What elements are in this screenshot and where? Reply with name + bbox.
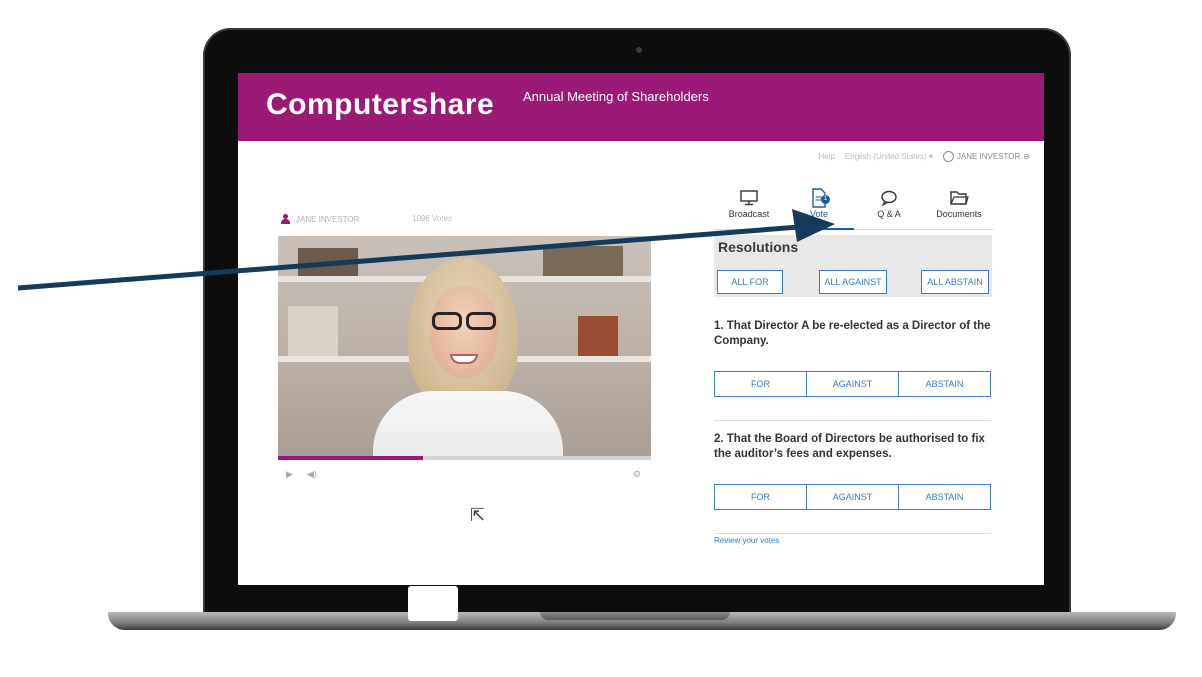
against-button[interactable]: AGAINST [807,372,899,396]
presenter-shirt [373,391,563,460]
laptop-screen: Computershare Annual Meeting of Sharehol… [238,73,1044,585]
tab-label: Vote [809,209,829,219]
video-progress-fill [278,456,424,460]
resolution-1-text: 1. That Director A be re-elected as a Di… [714,320,991,347]
user-menu[interactable]: JANE INVESTOR ⊖ [942,151,1030,162]
books [543,246,623,276]
abstain-button[interactable]: ABSTAIN [899,372,990,396]
meeting-title: Annual Meeting of Shareholders [523,89,709,104]
abstain-button[interactable]: ABSTAIN [899,485,990,509]
language-select[interactable]: English (United States) ▾ [845,152,933,161]
help-link[interactable]: Help [818,152,834,161]
mouse-cursor-icon: ⇱ [470,505,486,525]
resolutions-title: Resolutions [718,239,799,255]
divider [714,533,991,534]
resolution-2-text: 2. That the Board of Directors be author… [714,433,985,460]
divider [714,420,991,421]
volume-icon[interactable]: ◀) [307,469,317,480]
glasses [426,312,502,332]
all-against-button[interactable]: ALL AGAINST [819,270,887,294]
tab-label: Q & A [877,209,901,219]
user-circle-icon [942,151,954,162]
video-controls: ▶ ◀) ⚙ [286,469,641,480]
webcam [636,47,642,53]
plant-pot [578,316,618,356]
for-button[interactable]: FOR [715,485,807,509]
logout-icon[interactable]: ⊖ [1023,152,1030,161]
resolutions-header: Resolutions ALL FOR ALL AGAINST ALL ABST… [714,235,992,297]
laptop-notch [540,612,730,620]
person-icon [281,214,290,224]
folder-icon [924,187,994,209]
against-button[interactable]: AGAINST [807,485,899,509]
presenter-info: JANE INVESTOR [281,214,359,224]
books [288,306,338,356]
resolution-2-votes: FOR AGAINST ABSTAIN [714,484,991,510]
review-votes-link[interactable]: Review your votes [714,536,779,545]
settings-icon[interactable]: ⚙ [633,469,641,480]
chat-bubble-icon [854,187,924,209]
user-name: JANE INVESTOR [956,152,1021,161]
all-abstain-button[interactable]: ALL ABSTAIN [921,270,989,294]
document-icon [784,187,854,209]
tab-documents[interactable]: Documents [924,183,994,229]
presenter-name: JANE INVESTOR [296,214,360,224]
computershare-logo: Computershare [266,88,495,121]
monitor-icon [714,187,784,209]
resolution-1-votes: FOR AGAINST ABSTAIN [714,371,991,397]
votes-count: 1096 Votes [412,214,453,223]
app-header: Computershare Annual Meeting of Sharehol… [238,73,1044,141]
tab-vote[interactable]: 1 Vote [784,183,854,230]
play-icon[interactable]: ▶ [286,469,293,480]
broadcast-video[interactable] [278,236,651,460]
white-tab [408,586,458,621]
tab-label: Documents [936,209,982,219]
panel-tabs: Broadcast 1 Vote Q & A Documents [714,183,994,230]
all-for-button[interactable]: ALL FOR [717,270,783,294]
for-button[interactable]: FOR [715,372,807,396]
tab-label: Broadcast [728,209,770,219]
presenter-face [430,286,498,378]
tab-broadcast[interactable]: Broadcast [714,183,784,229]
books [298,248,358,276]
video-progress[interactable] [278,456,651,460]
tab-qa[interactable]: Q & A [854,183,924,229]
utility-bar: Help English (United States) ▾ JANE INVE… [818,151,1030,162]
